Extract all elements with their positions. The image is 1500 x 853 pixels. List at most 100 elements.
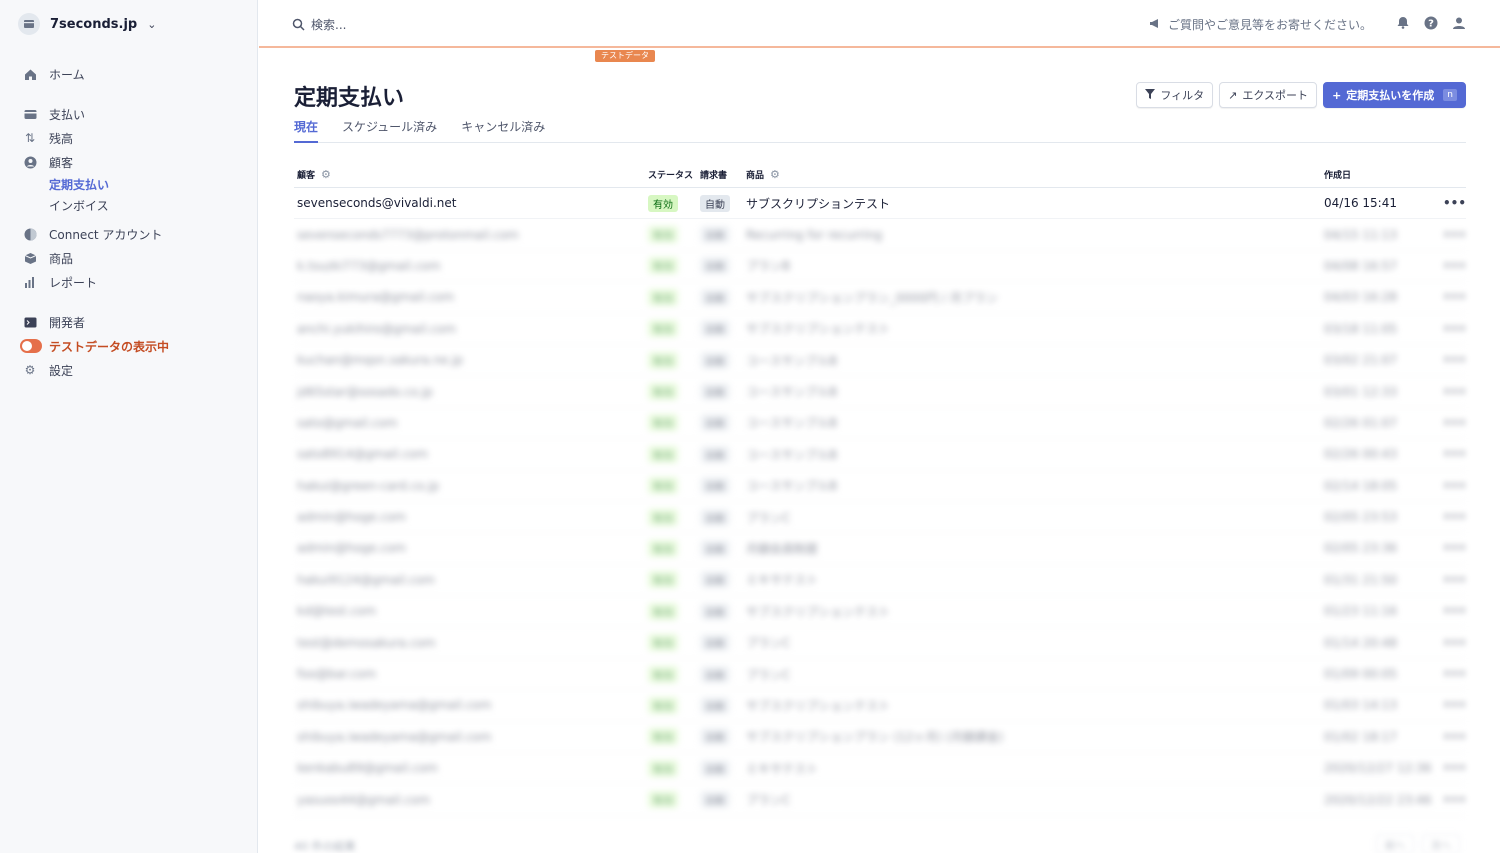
cell-created: 03/02 21:07 [1324,353,1397,368]
sidebar-item-label: 設定 [49,363,74,378]
table-row[interactable]: sevenseconds@vivaldi.net 有効 自動 サブスクリプションテスト… [294,188,1466,220]
gear-icon[interactable]: ⚙ [321,168,331,181]
cell-customer: anchi.yukihiro@gmail.com [297,321,457,336]
sidebar-item-settings[interactable]: ⚙ 設定 [22,358,242,382]
toggle-switch[interactable] [20,339,42,353]
more-actions-icon[interactable]: ••• [1434,416,1466,430]
status-badge: 有効 [648,320,678,338]
more-actions-icon[interactable]: ••• [1434,761,1466,775]
sidebar-nav: ホーム 支払い ⇅ 残高 顧客 定期支払い インボイス Connect アカウン… [20,62,242,382]
table-row[interactable]: kenkabu89@gmail.com 有効 自動 ミキサテスト 2020/12/27 … [294,753,1466,785]
table-row[interactable]: naoya.kimura@gmail.com 有効 自動 サブスクリプションプラン_0… [294,282,1466,314]
account-switcher[interactable]: 7seconds.jp ⌄ [18,12,156,36]
table-header: 顧客 ⚙ ステータス 請求書 商品 ⚙ 作成日 [294,161,1466,188]
more-actions-icon[interactable]: ••• [1434,793,1466,807]
tab-scheduled[interactable]: スケジュール済み [342,118,437,143]
cell-customer: admin@hoge.com [297,541,406,556]
sidebar-item-subscriptions[interactable]: 定期支払い [22,174,242,195]
export-button[interactable]: ↗ エクスポート [1219,82,1318,108]
more-actions-icon[interactable]: ••• [1434,541,1466,555]
bell-icon[interactable] [1395,15,1410,30]
more-actions-icon[interactable]: ••• [1434,604,1466,618]
table-row[interactable]: shibuya.iwadeyama@gmail.com 有効 自動 サブスクリプション… [294,722,1466,754]
more-actions-icon[interactable]: ••• [1434,385,1466,399]
cell-invoice: 自動 [700,571,746,589]
sidebar-item-customers[interactable]: 顧客 [22,150,242,174]
table-row[interactable]: admin@hoge.com 有効 自動 月額会員制度 02/05 23:36 ••• [294,533,1466,565]
sidebar-item-reports[interactable]: レポート [22,270,242,294]
help-icon[interactable]: ? [1423,15,1438,30]
create-subscription-button[interactable]: + 定期支払いを作成 n [1323,82,1466,108]
cell-created: 02/26 01:07 [1324,415,1397,430]
tab-current[interactable]: 現在 [294,118,319,143]
table-row[interactable]: sato8914@gmail.com 有効 自動 コースサンプルB 02/26 00:4… [294,439,1466,471]
sidebar: 7seconds.jp ⌄ ホーム 支払い ⇅ 残高 顧客 定期支払い インボイ… [0,0,258,853]
gear-icon[interactable]: ⚙ [770,168,780,181]
cell-product: コースサンプルB [746,479,838,494]
cell-invoice: 自動 [700,320,746,338]
table-row[interactable]: foo@bar.com 有効 自動 プランC 01/09 00:05 ••• [294,659,1466,691]
cell-created: 02/14 18:05 [1324,478,1397,493]
sidebar-item-connect[interactable]: Connect アカウント [22,222,242,246]
create-label: 定期支払いを作成 [1346,89,1435,102]
more-actions-icon[interactable]: ••• [1434,228,1466,242]
tab-bar: 現在 スケジュール済み キャンセル済み [294,118,1466,143]
invoice-badge: 自動 [700,696,730,714]
more-actions-icon[interactable]: ••• [1434,636,1466,650]
cell-status: 有効 [648,194,700,212]
sidebar-item-home[interactable]: ホーム [22,62,242,86]
header-product: 商品 ⚙ [746,168,1324,181]
prev-button[interactable]: 前へ [1376,834,1414,853]
sidebar-item-developers[interactable]: 開発者 [22,310,242,334]
table-row[interactable]: sevenseconds7773@protonmail.com 有効 自動 Recur… [294,219,1466,251]
search-input[interactable]: 検索... [292,16,346,33]
invoice-badge: 自動 [700,791,730,809]
top-icons: ? [1395,15,1466,30]
next-button[interactable]: 次へ [1422,834,1460,853]
invoice-badge: 自動 [700,257,730,275]
table-row[interactable]: k.tsuzki773@gmail.com 有効 自動 プランB 04/08 16:57… [294,251,1466,283]
more-actions-icon[interactable]: ••• [1434,259,1466,273]
table-row[interactable]: test@demosakura.com 有効 自動 プランC 01/14 20:48 ••… [294,627,1466,659]
more-actions-icon[interactable]: ••• [1434,196,1466,210]
feedback-link[interactable]: ご質問やご意見等をお寄せください。 [1149,16,1372,33]
more-actions-icon[interactable]: ••• [1434,573,1466,587]
cell-invoice: 自動 [700,226,746,244]
table-row[interactable]: kuchan@mqsn.sakura.ne.jp 有効 自動 コースサンプルB 03/0… [294,345,1466,377]
cell-created: 04/08 16:57 [1324,258,1397,273]
more-actions-icon[interactable]: ••• [1434,447,1466,461]
cell-product: 月額会員制度 [746,541,819,556]
more-actions-icon[interactable]: ••• [1434,479,1466,493]
table-row[interactable]: admin@hoge.com 有効 自動 プランC 02/05 23:53 ••• [294,502,1466,534]
table-row[interactable]: hakui9124@gmail.com 有効 自動 ミキサテスト 01/31 21:50… [294,565,1466,597]
sidebar-item-payments[interactable]: 支払い [22,102,242,126]
table-row[interactable]: kd@test.com 有効 自動 サブスクリプションテスト 01/23 11:16 ••… [294,596,1466,628]
cell-status: 有効 [648,539,700,557]
more-actions-icon[interactable]: ••• [1434,698,1466,712]
sidebar-item-products[interactable]: 商品 [22,246,242,270]
more-actions-icon[interactable]: ••• [1434,322,1466,336]
table-row[interactable]: jd65star@sosado.co.jp 有効 自動 コースサンプルB 03/01 1… [294,376,1466,408]
test-mode-toggle[interactable]: テストデータの表示中 [20,334,242,358]
user-icon[interactable] [1451,15,1466,30]
invoice-badge: 自動 [700,571,730,589]
filter-button[interactable]: フィルタ [1136,82,1214,108]
more-actions-icon[interactable]: ••• [1434,290,1466,304]
table-row[interactable]: sato@gmail.com 有効 自動 コースサンプルB 02/26 01:07 ••• [294,408,1466,440]
table-row[interactable]: yasuoo44@gmail.com 有効 自動 プランC 2020/12/22 23:… [294,784,1466,816]
more-actions-icon[interactable]: ••• [1434,510,1466,524]
cell-product: サブスクリプションテスト [746,604,891,619]
sidebar-item-balance[interactable]: ⇅ 残高 [22,126,242,150]
table-row[interactable]: hakui@green-card.co.jp 有効 自動 コースサンプルB 02/14 … [294,471,1466,502]
sidebar-item-invoices[interactable]: インボイス [22,195,242,216]
search-icon [292,18,305,31]
cell-status: 有効 [648,696,700,714]
more-actions-icon[interactable]: ••• [1434,730,1466,744]
tab-canceled[interactable]: キャンセル済み [461,118,545,143]
cell-product: プランC [746,636,791,651]
more-actions-icon[interactable]: ••• [1434,353,1466,367]
more-actions-icon[interactable]: ••• [1434,667,1466,681]
table-row[interactable]: shibuya.iwadeyama@gmail.com 有効 自動 サブスクリプション… [294,690,1466,722]
invoice-badge: 自動 [700,226,730,244]
table-row[interactable]: anchi.yukihiro@gmail.com 有効 自動 サブスクリプションテスト… [294,314,1466,345]
